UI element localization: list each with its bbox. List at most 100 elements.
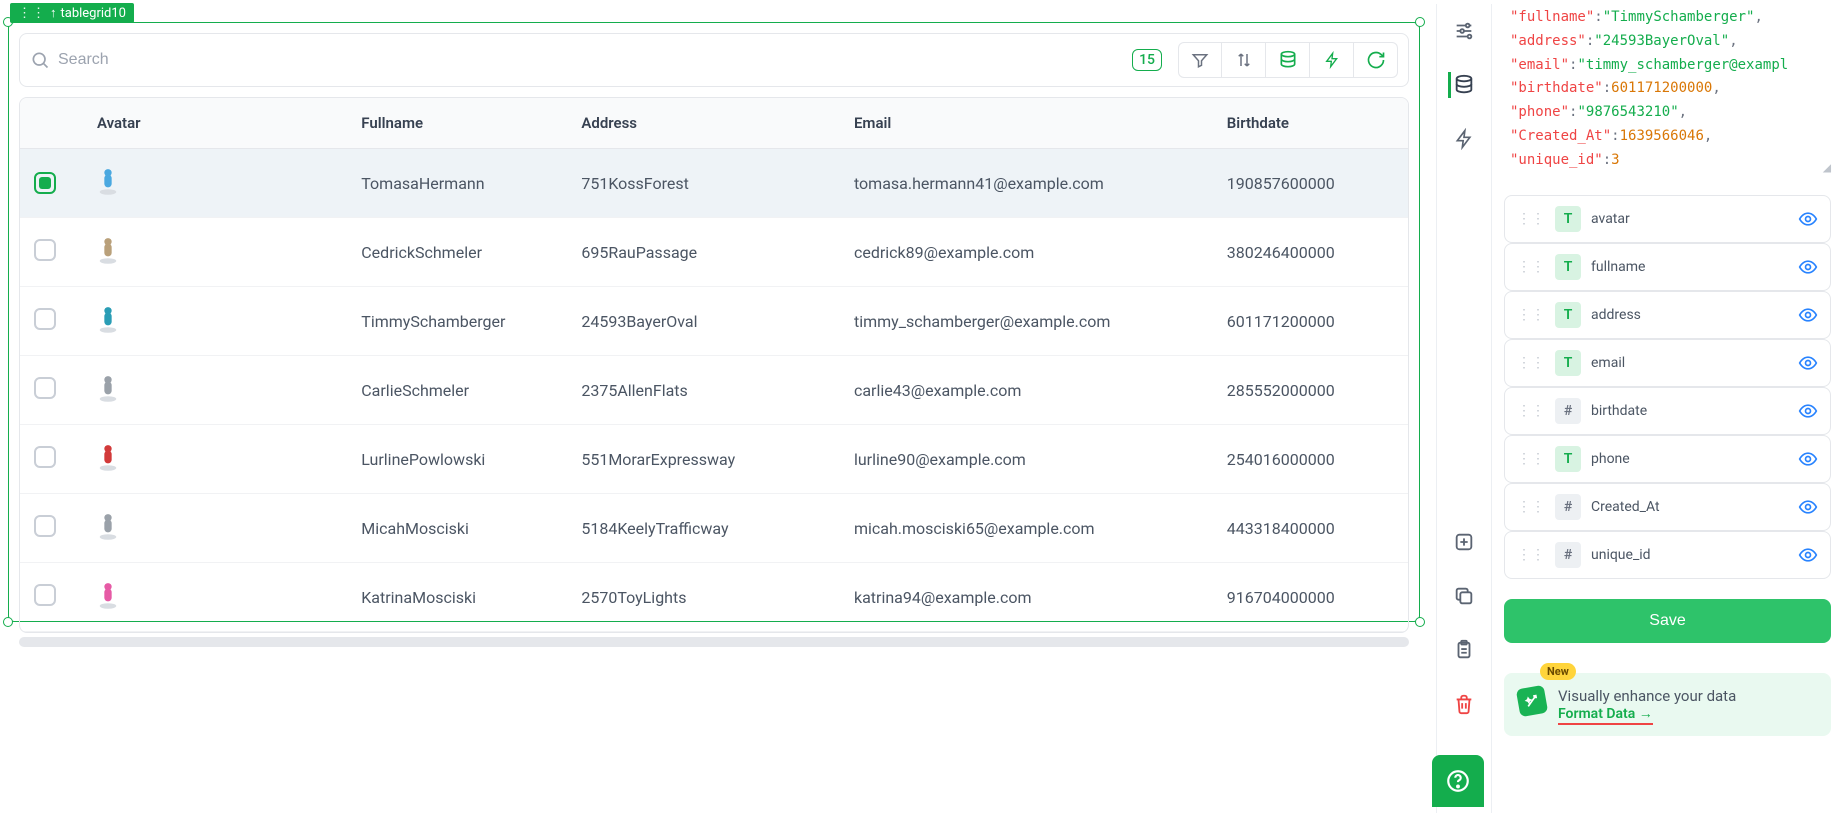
right-panel: "fullname":"TimmySchamberger", "address"… bbox=[1500, 0, 1835, 815]
visibility-toggle-icon[interactable] bbox=[1798, 545, 1818, 565]
field-row[interactable]: ⋮⋮ T phone bbox=[1504, 435, 1831, 483]
cell-birthdate: 254016000000 bbox=[1213, 425, 1408, 494]
row-checkbox[interactable] bbox=[34, 446, 56, 468]
resize-handle-icon[interactable]: ◢ bbox=[1823, 157, 1831, 181]
refresh-button[interactable] bbox=[1354, 42, 1398, 78]
table-row[interactable]: TimmySchamberger 24593BayerOval timmy_sc… bbox=[20, 287, 1408, 356]
row-checkbox[interactable] bbox=[34, 584, 56, 606]
visibility-toggle-icon[interactable] bbox=[1798, 353, 1818, 373]
avatar-icon bbox=[97, 305, 119, 333]
sort-button[interactable] bbox=[1222, 42, 1266, 78]
copy-icon[interactable] bbox=[1451, 583, 1477, 609]
column-header[interactable]: Email bbox=[840, 98, 1213, 149]
field-type-badge: # bbox=[1555, 494, 1581, 520]
row-checkbox[interactable] bbox=[34, 308, 56, 330]
field-name: email bbox=[1591, 355, 1788, 371]
row-checkbox[interactable] bbox=[34, 172, 56, 194]
field-name: unique_id bbox=[1591, 547, 1788, 563]
visibility-toggle-icon[interactable] bbox=[1798, 305, 1818, 325]
table-row[interactable]: CedrickSchmeler 695RauPassage cedrick89@… bbox=[20, 218, 1408, 287]
table-row[interactable]: KatrinaMosciski 2570ToyLights katrina94@… bbox=[20, 563, 1408, 632]
cell-address: 2375AllenFlats bbox=[567, 356, 840, 425]
drag-handle-icon[interactable]: ⋮⋮ bbox=[1517, 259, 1545, 275]
clipboard-icon[interactable] bbox=[1451, 637, 1477, 663]
cell-birthdate: 916704000000 bbox=[1213, 563, 1408, 632]
row-checkbox[interactable] bbox=[34, 377, 56, 399]
tablegrid-card: 15 bbox=[8, 22, 1420, 622]
database-button[interactable] bbox=[1266, 42, 1310, 78]
avatar-icon bbox=[97, 167, 119, 195]
visibility-toggle-icon[interactable] bbox=[1798, 497, 1818, 517]
visibility-toggle-icon[interactable] bbox=[1798, 209, 1818, 229]
cell-email: tomasa.hermann41@example.com bbox=[840, 149, 1213, 218]
drag-handle-icon[interactable]: ⋮⋮ bbox=[1517, 451, 1545, 467]
cell-fullname: LurlinePowlowski bbox=[347, 425, 567, 494]
drag-handle-icon[interactable]: ⋮⋮ bbox=[1517, 211, 1545, 227]
format-data-link[interactable]: Format Data → bbox=[1558, 706, 1653, 725]
row-checkbox[interactable] bbox=[34, 239, 56, 261]
field-row[interactable]: ⋮⋮ # birthdate bbox=[1504, 387, 1831, 435]
drag-handle-icon[interactable]: ⋮⋮ bbox=[1517, 547, 1545, 563]
selection-handle[interactable] bbox=[1415, 17, 1425, 27]
visibility-toggle-icon[interactable] bbox=[1798, 449, 1818, 469]
cell-address: 24593BayerOval bbox=[567, 287, 840, 356]
component-tab[interactable]: ⋮⋮ ↑ tablegrid10 bbox=[10, 3, 134, 23]
avatar-icon bbox=[97, 236, 119, 264]
table-row[interactable]: CarlieSchmeler 2375AllenFlats carlie43@e… bbox=[20, 356, 1408, 425]
filter-button[interactable] bbox=[1178, 42, 1222, 78]
visibility-toggle-icon[interactable] bbox=[1798, 401, 1818, 421]
table-row[interactable]: TomasaHermann 751KossForest tomasa.herma… bbox=[20, 149, 1408, 218]
avatar-icon bbox=[97, 443, 119, 471]
column-header[interactable]: Address bbox=[567, 98, 840, 149]
field-row[interactable]: ⋮⋮ # Created_At bbox=[1504, 483, 1831, 531]
field-row[interactable]: ⋮⋮ # unique_id bbox=[1504, 531, 1831, 579]
visibility-toggle-icon[interactable] bbox=[1798, 257, 1818, 277]
table-toolbar: 15 bbox=[19, 33, 1409, 87]
horizontal-scrollbar[interactable] bbox=[19, 637, 1409, 647]
avatar-icon bbox=[97, 374, 119, 402]
side-rail bbox=[1436, 4, 1492, 813]
table-row[interactable]: MicahMosciski 5184KeelyTrafficway micah.… bbox=[20, 494, 1408, 563]
column-header[interactable]: Avatar bbox=[83, 98, 347, 149]
table-row[interactable]: LurlinePowlowski 551MorarExpressway lurl… bbox=[20, 425, 1408, 494]
row-checkbox[interactable] bbox=[34, 515, 56, 537]
cell-email: katrina94@example.com bbox=[840, 563, 1213, 632]
help-fab[interactable] bbox=[1432, 755, 1484, 807]
drag-handle-icon[interactable]: ⋮⋮ bbox=[1517, 499, 1545, 515]
field-row[interactable]: ⋮⋮ T email bbox=[1504, 339, 1831, 387]
drag-handle-icon[interactable]: ⋮⋮ bbox=[1517, 355, 1545, 371]
cell-email: micah.mosciski65@example.com bbox=[840, 494, 1213, 563]
field-row[interactable]: ⋮⋮ T fullname bbox=[1504, 243, 1831, 291]
cell-email: carlie43@example.com bbox=[840, 356, 1213, 425]
selection-handle[interactable] bbox=[1415, 617, 1425, 627]
table-header-row: Avatar Fullname Address Email Birthdate bbox=[20, 98, 1408, 149]
sliders-icon[interactable] bbox=[1451, 18, 1477, 44]
field-row[interactable]: ⋮⋮ T avatar bbox=[1504, 195, 1831, 243]
lightning-icon[interactable] bbox=[1451, 126, 1477, 152]
lightning-button[interactable] bbox=[1310, 42, 1354, 78]
cell-fullname: CarlieSchmeler bbox=[347, 356, 567, 425]
drag-handle-icon[interactable]: ⋮⋮ bbox=[1517, 403, 1545, 419]
cell-birthdate: 380246400000 bbox=[1213, 218, 1408, 287]
drag-dots-icon: ⋮⋮ bbox=[18, 6, 46, 21]
database-icon[interactable] bbox=[1451, 72, 1477, 98]
cell-fullname: KatrinaMosciski bbox=[347, 563, 567, 632]
add-icon[interactable] bbox=[1451, 529, 1477, 555]
selection-handle[interactable] bbox=[3, 617, 13, 627]
field-type-badge: T bbox=[1555, 254, 1581, 280]
delete-icon[interactable] bbox=[1451, 691, 1477, 717]
cell-email: cedrick89@example.com bbox=[840, 218, 1213, 287]
search-input[interactable] bbox=[58, 51, 1122, 69]
cell-fullname: MicahMosciski bbox=[347, 494, 567, 563]
column-header[interactable]: Fullname bbox=[347, 98, 567, 149]
field-row[interactable]: ⋮⋮ T address bbox=[1504, 291, 1831, 339]
cell-fullname: TomasaHermann bbox=[347, 149, 567, 218]
drag-handle-icon[interactable]: ⋮⋮ bbox=[1517, 307, 1545, 323]
field-name: phone bbox=[1591, 451, 1788, 467]
field-name: fullname bbox=[1591, 259, 1788, 275]
search-icon bbox=[30, 50, 50, 70]
cell-fullname: CedrickSchmeler bbox=[347, 218, 567, 287]
save-button[interactable]: Save bbox=[1504, 599, 1831, 643]
column-header[interactable]: Birthdate bbox=[1213, 98, 1408, 149]
cell-birthdate: 285552000000 bbox=[1213, 356, 1408, 425]
